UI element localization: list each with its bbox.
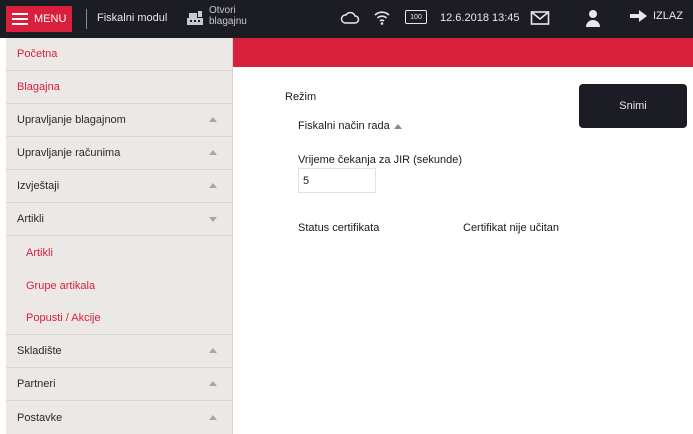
top-bar: MENU Fiskalni modul Otvori blagajnu 100 … — [0, 0, 693, 38]
sidebar-item-label: Postavke — [17, 411, 63, 424]
battery-icon: 100 — [405, 10, 427, 24]
sidebar-item-upravljanje-racunima[interactable]: Upravljanje računima — [6, 137, 233, 170]
menu-label: MENU — [34, 13, 67, 25]
wait-time-label: Vrijeme čekanja za JIR (sekunde) — [298, 154, 463, 166]
sidebar-item-postavke[interactable]: Postavke — [6, 401, 233, 434]
datetime: 12.6.2018 13:45 — [440, 12, 520, 24]
open-register-link[interactable]: Otvori blagajnu — [209, 5, 261, 27]
sidebar-subitem-popusti-akcije[interactable]: Popusti / Akcije — [6, 302, 233, 335]
sidebar-item-label: Partneri — [17, 378, 56, 390]
content-header-band — [233, 38, 693, 67]
header-divider — [86, 9, 87, 29]
chevron-up-icon — [209, 117, 217, 122]
sidebar-item-label: Upravljanje računima — [17, 147, 121, 159]
cloud-icon[interactable] — [340, 10, 360, 26]
sidebar-item-label: Izvještaji — [17, 180, 60, 192]
chevron-up-icon — [393, 123, 402, 129]
chevron-up-icon — [209, 348, 217, 353]
sidebar-item-label: Popusti / Akcije — [26, 312, 101, 324]
cash-register-icon[interactable] — [186, 10, 204, 26]
battery-level: 100 — [410, 13, 422, 21]
sidebar: Početna Blagajna Upravljanje blagajnom U… — [6, 38, 233, 434]
sidebar-subitem-grupe-artikala[interactable]: Grupe artikala — [6, 269, 233, 302]
chevron-up-icon — [209, 183, 217, 188]
certificate-status-label: Status certifikata — [298, 222, 380, 234]
wifi-icon — [374, 11, 390, 25]
save-button-label: Snimi — [619, 100, 647, 112]
main-content: Režim Fiskalni način rada Vrijeme čekanj… — [234, 67, 693, 434]
sidebar-item-pocetna[interactable]: Početna — [6, 38, 233, 71]
mode-select-value: Fiskalni način rada — [298, 120, 390, 132]
logout-button[interactable]: IZLAZ — [630, 10, 683, 22]
sidebar-item-label: Početna — [17, 48, 58, 60]
chevron-up-icon — [209, 150, 217, 155]
sidebar-item-upravljanje-blagajnom[interactable]: Upravljanje blagajnom — [6, 104, 233, 137]
mode-label: Režim — [285, 91, 317, 103]
sidebar-item-izvjestaji[interactable]: Izvještaji — [6, 170, 233, 203]
save-button[interactable]: Snimi — [579, 84, 687, 128]
chevron-up-icon — [209, 414, 217, 420]
sidebar-item-label: Artikli — [26, 246, 53, 259]
chevron-down-icon — [209, 217, 217, 222]
sidebar-item-artikli[interactable]: Artikli — [6, 203, 233, 236]
mail-icon[interactable] — [530, 10, 550, 26]
logout-label: IZLAZ — [653, 10, 683, 22]
arrow-right-icon — [630, 10, 647, 22]
chevron-up-icon — [209, 381, 217, 386]
sidebar-item-partneri[interactable]: Partneri — [6, 368, 233, 401]
hamburger-icon — [12, 13, 28, 25]
user-icon[interactable] — [585, 9, 601, 27]
sidebar-subitem-artikli[interactable]: Artikli — [6, 236, 233, 269]
sidebar-item-blagajna[interactable]: Blagajna — [6, 71, 233, 104]
wait-time-input[interactable]: 5 — [298, 168, 376, 193]
wait-time-value: 5 — [303, 174, 310, 187]
sidebar-item-label: Skladište — [17, 345, 62, 357]
certificate-status-value: Certifikat nije učitan — [463, 222, 559, 234]
sidebar-item-label: Grupe artikala — [26, 279, 96, 292]
sidebar-item-label: Blagajna — [17, 81, 60, 93]
sidebar-item-label: Artikli — [17, 213, 44, 225]
module-name: Fiskalni modul — [97, 12, 168, 24]
sidebar-item-label: Upravljanje blagajnom — [17, 114, 126, 126]
sidebar-item-skladiste[interactable]: Skladište — [6, 335, 233, 368]
mode-select[interactable]: Fiskalni način rada — [298, 116, 402, 136]
menu-button[interactable]: MENU — [6, 6, 72, 32]
